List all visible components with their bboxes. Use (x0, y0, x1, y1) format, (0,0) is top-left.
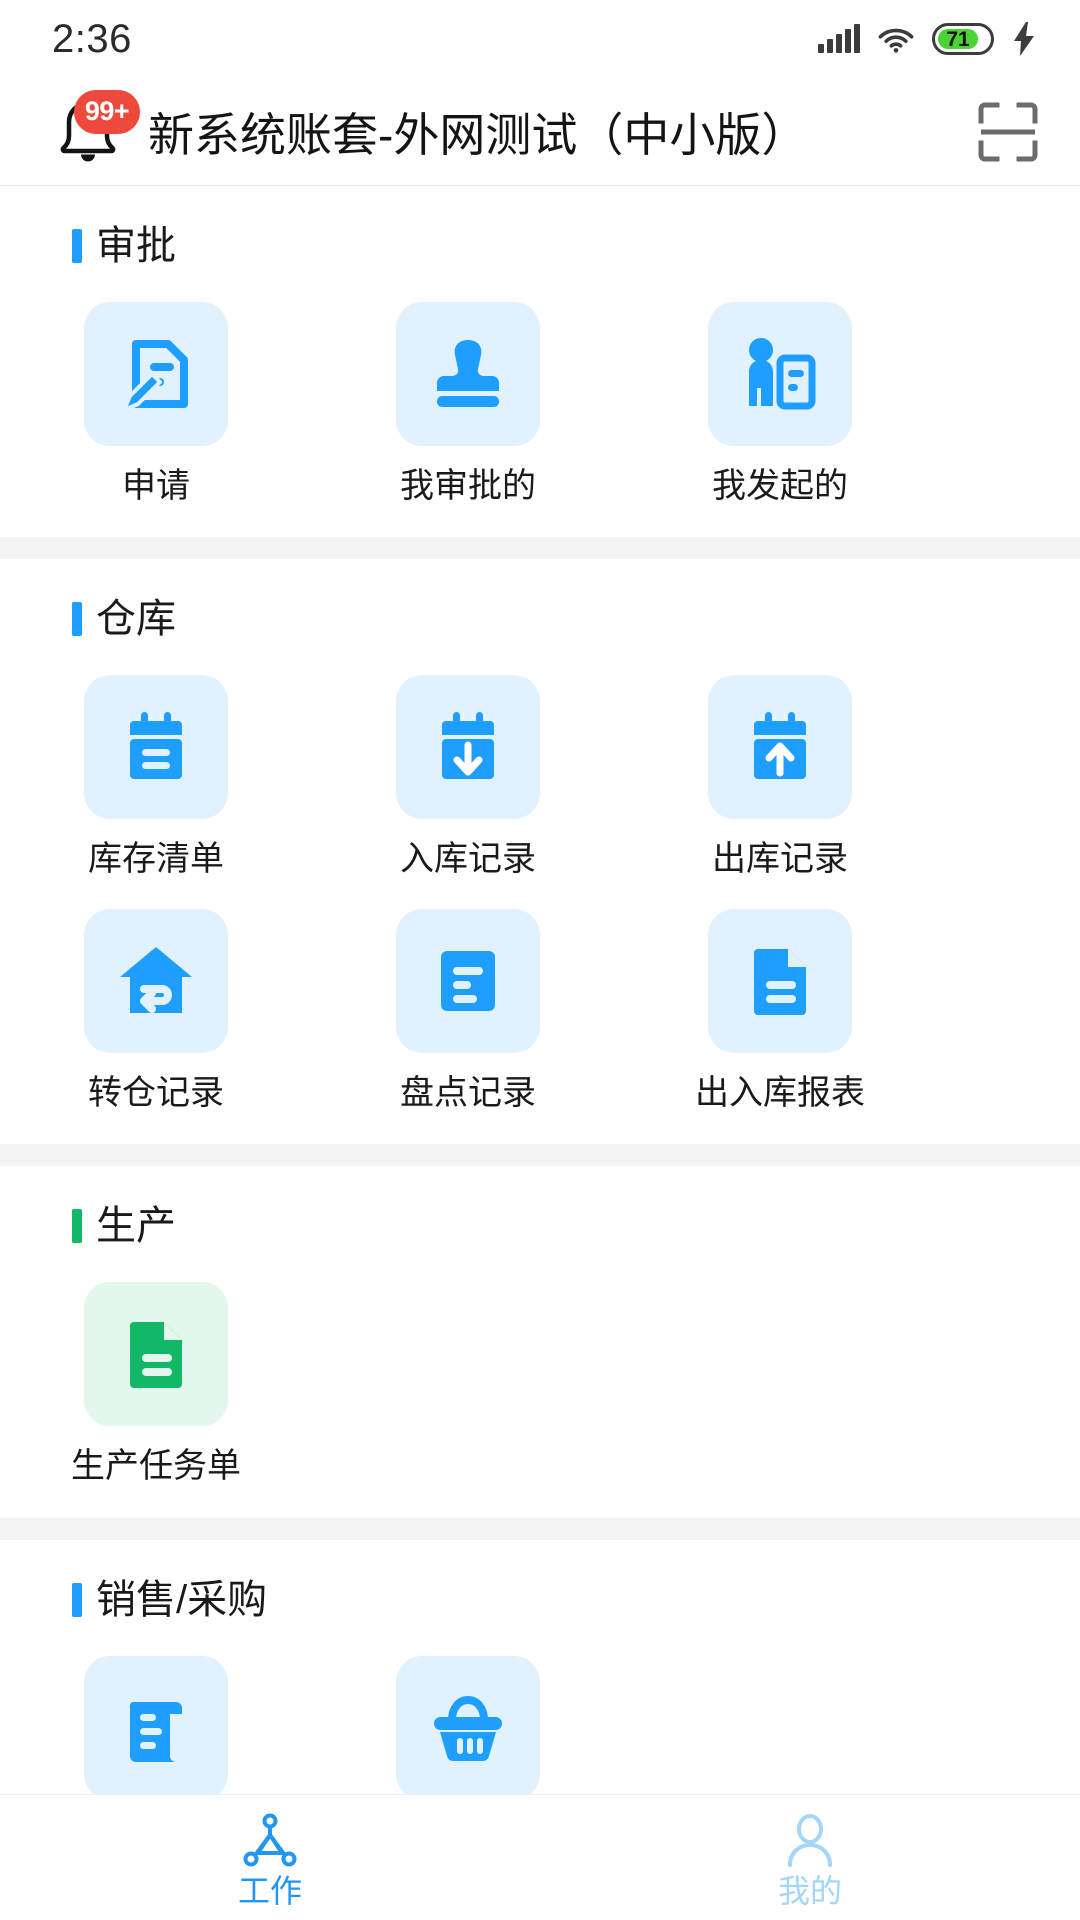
wifi-icon (878, 25, 914, 53)
app-tile-label: 入库记录 (400, 841, 536, 878)
person-document-icon (708, 302, 852, 446)
cellular-signal-icon (818, 25, 860, 53)
app-tile[interactable]: 库存清单 (0, 659, 312, 892)
section-divider (0, 1518, 1080, 1540)
app-tile-label: 转仓记录 (88, 1075, 224, 1112)
tab-2[interactable]: 我的 (540, 1795, 1080, 1920)
section-header: 销售/采购 (0, 1540, 1080, 1626)
clipboard-arrow-down-icon (396, 675, 540, 819)
app-tile[interactable]: 出库记录 (624, 659, 936, 892)
app-root: 2:36 71 (0, 0, 1080, 1920)
section-title: 审批 (96, 226, 176, 266)
notification-badge: 99+ (74, 90, 140, 134)
battery-icon: 71 (932, 23, 994, 55)
app-tile[interactable]: 入库记录 (312, 659, 624, 892)
tile-grid: 生产任务单 (0, 1252, 1080, 1509)
production-document-icon (84, 1282, 228, 1426)
tab-1[interactable]: 工作 (0, 1795, 540, 1920)
section-header: 仓库 (0, 559, 1080, 645)
section-header: 生产 (0, 1166, 1080, 1252)
page-title: 新系统账套-外网测试（中小版） (148, 99, 807, 165)
tab-label: 我的 (778, 1875, 842, 1907)
clipboard-arrow-up-icon (708, 675, 852, 819)
app-tile[interactable]: 销售订单 (0, 1640, 312, 1794)
section-accent-bar (72, 602, 82, 636)
app-tile-label: 库存清单 (88, 841, 224, 878)
section-4: 销售/采购 销售订单 采购订单 (0, 1540, 1080, 1794)
clipboard-list-icon (84, 675, 228, 819)
status-bar: 2:36 71 (0, 0, 1080, 78)
workflow-node-icon (242, 1813, 298, 1869)
section-1: 审批 申请 我审批的 我发起的 (0, 186, 1080, 537)
tile-grid: 销售订单 采购订单 (0, 1626, 1080, 1794)
status-indicators: 71 (818, 22, 1036, 56)
section-header: 审批 (0, 186, 1080, 272)
section-accent-bar (72, 1583, 82, 1617)
shopping-basket-icon (396, 1656, 540, 1794)
app-tile[interactable]: 申请 (0, 286, 312, 519)
tab-label: 工作 (238, 1875, 302, 1907)
app-tile-label: 我审批的 (400, 468, 536, 505)
app-tile-label: 出库记录 (712, 841, 848, 878)
notification-button[interactable]: 99+ (52, 94, 124, 170)
section-3: 生产 生产任务单 (0, 1166, 1080, 1517)
section-2: 仓库 库存清单 入库记录 出库记录 转仓记录 (0, 559, 1080, 1144)
app-tile[interactable]: 采购订单 (312, 1640, 624, 1794)
tile-grid: 申请 我审批的 我发起的 (0, 272, 1080, 529)
section-title: 仓库 (96, 599, 176, 639)
status-time: 2:36 (52, 17, 132, 62)
battery-percent: 71 (946, 29, 969, 50)
app-tile[interactable]: 我审批的 (312, 286, 624, 519)
person-outline-icon (782, 1813, 838, 1869)
section-title: 销售/采购 (96, 1580, 267, 1620)
section-divider (0, 1144, 1080, 1166)
warehouse-transfer-icon (84, 909, 228, 1053)
stamp-icon (396, 302, 540, 446)
app-tile-label: 盘点记录 (400, 1075, 536, 1112)
report-document-icon (708, 909, 852, 1053)
receipt-scroll-icon (84, 1656, 228, 1794)
content-scroll-area[interactable]: 审批 申请 我审批的 我发起的仓库 库存清单 (0, 186, 1080, 1794)
tile-grid: 库存清单 入库记录 出库记录 转仓记录 盘点记录 (0, 645, 1080, 1136)
scan-qr-icon (977, 101, 1039, 163)
app-tile[interactable]: 生产任务单 (0, 1266, 312, 1499)
app-tile[interactable]: 出入库报表 (624, 893, 936, 1126)
charging-bolt-icon (1012, 22, 1036, 56)
app-tile[interactable]: 转仓记录 (0, 893, 312, 1126)
app-tile-label: 出入库报表 (695, 1075, 865, 1112)
section-divider (0, 537, 1080, 559)
app-tile-label: 我发起的 (712, 468, 848, 505)
section-accent-bar (72, 229, 82, 263)
app-header: 99+ 新系统账套-外网测试（中小版） (0, 78, 1080, 186)
app-tile[interactable]: 我发起的 (624, 286, 936, 519)
app-tile[interactable]: 盘点记录 (312, 893, 624, 1126)
document-lines-icon (396, 909, 540, 1053)
scan-button[interactable] (970, 94, 1046, 170)
section-accent-bar (72, 1209, 82, 1243)
bottom-tab-bar: 工作 我的 (0, 1794, 1080, 1920)
document-pencil-icon (84, 302, 228, 446)
app-tile-label: 申请 (122, 468, 190, 505)
battery-fill: 71 (938, 29, 978, 49)
section-title: 生产 (96, 1206, 176, 1246)
app-tile-label: 生产任务单 (71, 1448, 241, 1485)
